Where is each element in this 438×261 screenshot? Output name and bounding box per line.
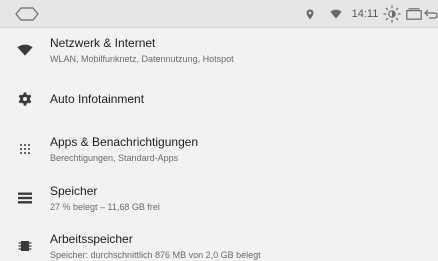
settings-item-storage[interactable]: Speicher 27 % belegt – 11,68 GB frei	[0, 176, 438, 220]
apps-grid-icon	[14, 127, 36, 171]
location-icon	[304, 0, 316, 28]
wifi-icon	[14, 28, 36, 72]
settings-item-apps[interactable]: Apps & Benachrichtigungen Berechtigungen…	[0, 127, 438, 171]
settings-item-subtitle: Speicher: durchschnittlich 876 MB von 2,…	[50, 249, 261, 260]
storage-icon	[14, 176, 36, 220]
settings-item-memory[interactable]: Arbeitsspeicher Speicher: durchschnittli…	[0, 224, 438, 261]
settings-item-subtitle: 27 % belegt – 11,68 GB frei	[50, 201, 160, 212]
wifi-icon	[329, 0, 343, 28]
settings-item-subtitle: Berechtigungen, Standard-Apps	[50, 152, 179, 163]
recents-icon[interactable]	[406, 0, 422, 28]
settings-item-title: Apps & Benachrichtigungen	[50, 134, 199, 149]
clock-time: 14:11	[351, 8, 379, 20]
settings-item-network[interactable]: Netzwerk & Internet WLAN, Mobilfunknetz,…	[0, 28, 438, 72]
gear-icon	[14, 77, 36, 121]
settings-item-auto-infotainment[interactable]: Auto Infotainment	[0, 77, 438, 121]
settings-item-title: Netzwerk & Internet	[50, 35, 156, 50]
settings-item-title: Arbeitsspeicher	[50, 231, 133, 246]
brightness-icon[interactable]	[381, 0, 403, 28]
settings-item-title: Speicher	[50, 183, 98, 198]
status-bar: 14:11	[0, 0, 438, 28]
settings-item-subtitle: WLAN, Mobilfunknetz, Datennutzung, Hotsp…	[50, 53, 234, 64]
home-icon[interactable]	[14, 0, 40, 28]
memory-icon	[14, 224, 36, 261]
settings-item-title: Auto Infotainment	[50, 91, 145, 106]
back-icon[interactable]	[423, 0, 438, 28]
